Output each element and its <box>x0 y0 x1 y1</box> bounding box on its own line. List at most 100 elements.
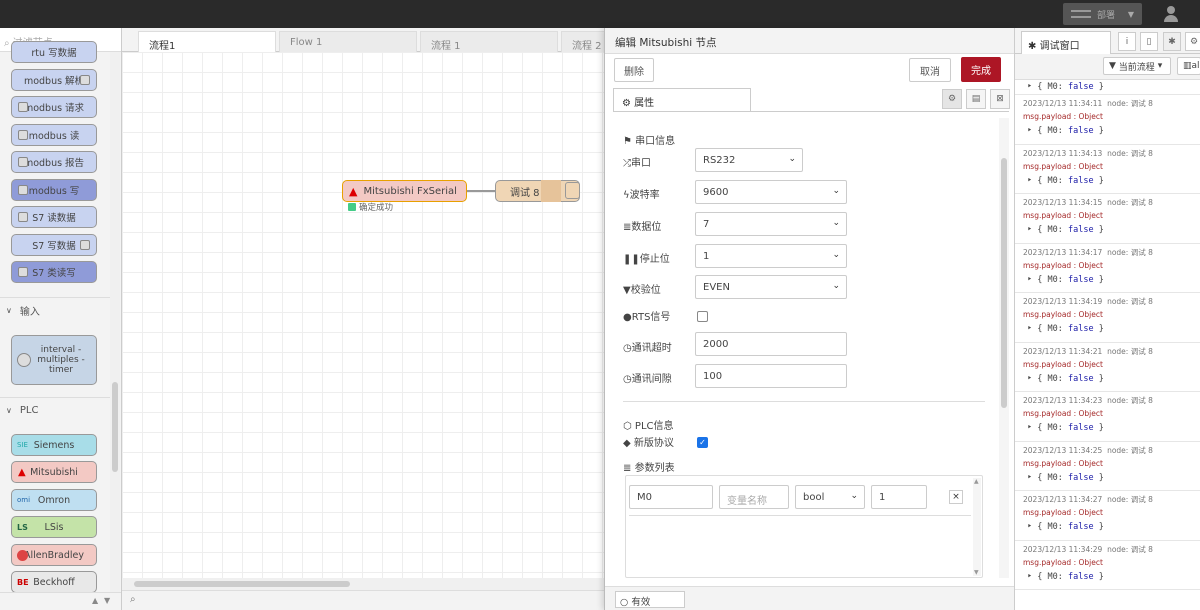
node-port-icon <box>18 102 28 112</box>
palette-node-modbus-parse[interactable]: modbus 解析 <box>11 69 97 91</box>
tab-flow-1[interactable]: 流程1 <box>138 31 276 52</box>
user-icon[interactable] <box>1164 6 1178 22</box>
debug-payload[interactable]: ‣ { M0: false } <box>1027 473 1104 483</box>
debug-payload[interactable]: ‣ { M0: false } <box>1027 423 1104 433</box>
param-scrollbar[interactable]: ▲ ▼ <box>973 478 981 576</box>
param-type-select[interactable]: bool ⌄ <box>795 485 865 509</box>
parity-select[interactable]: EVEN ⌄ <box>695 275 847 299</box>
param-count-input[interactable]: 1 <box>871 485 927 509</box>
flow-node-mitsubishi[interactable]: ▲ Mitsubishi FxSerial <box>342 180 467 202</box>
chevron-up-icon[interactable]: ▲ <box>974 478 979 485</box>
book-icon[interactable]: ▯ <box>1140 32 1158 51</box>
palette-node-interval[interactable]: interval - multiples - timer <box>11 335 97 385</box>
info-icon[interactable]: i <box>1118 32 1136 51</box>
debug-message[interactable]: 2023/12/13 11:34:27 node: 调试 8 msg.payloa… <box>1015 491 1200 541</box>
tab-properties[interactable]: ⚙ 属性 <box>613 88 751 111</box>
collapse-down-icon[interactable]: ▼ <box>104 596 110 605</box>
palette-node-rtu-write[interactable]: rtu 写数据 <box>11 41 97 63</box>
timeout-input[interactable]: 2000 <box>695 332 847 356</box>
clear-debug-button[interactable]: ▥ al <box>1177 57 1200 75</box>
debug-message-meta: 2023/12/13 11:34:27 node: 调试 8 <box>1023 494 1153 505</box>
interval-input[interactable]: 100 <box>695 364 847 388</box>
palette-node-modbus-read[interactable]: modbus 读 <box>11 124 97 146</box>
cancel-button[interactable]: 取消 <box>909 58 951 82</box>
palette-category-input[interactable]: ∨ 输入 <box>0 297 110 323</box>
palette-node-allenbradley[interactable]: AllenBradley <box>11 544 97 566</box>
collapse-up-icon[interactable]: ▲ <box>92 596 98 605</box>
palette-node-modbus-report[interactable]: modbus 报告 <box>11 151 97 173</box>
bug-icon[interactable]: ✱ <box>1163 32 1181 51</box>
tab-debug[interactable]: ✱ 调试窗口 <box>1021 31 1111 54</box>
search-icon[interactable]: ⌕ <box>130 594 136 605</box>
tray-scrollbar[interactable] <box>999 118 1009 578</box>
node-port-icon <box>18 157 28 167</box>
scrollbar-thumb[interactable] <box>134 581 350 587</box>
debug-payload[interactable]: ‣ { M0: false } <box>1027 522 1104 532</box>
debug-message[interactable]: 2023/12/13 11:34:29 node: 调试 8 msg.payloa… <box>1015 541 1200 590</box>
palette-node-beckhoff[interactable]: BE Beckhoff <box>11 571 97 593</box>
palette-node-lsis[interactable]: LS LSis <box>11 516 97 538</box>
new-protocol-checkbox[interactable]: ✓ <box>697 437 708 448</box>
flow-wire[interactable] <box>467 190 495 192</box>
debug-message[interactable]: 2023/12/13 11:34:17 node: 调试 8 msg.payloa… <box>1015 244 1200 293</box>
chevron-down-icon[interactable]: ▼ <box>974 569 979 576</box>
palette-scrollbar[interactable] <box>110 52 120 610</box>
enabled-toggle[interactable]: ○ 有效 <box>615 591 685 608</box>
done-button[interactable]: 完成 <box>961 57 1001 82</box>
palette-node-s7-write[interactable]: S7 写数据 <box>11 234 97 256</box>
gear-icon[interactable]: ⚙ <box>1185 32 1200 51</box>
palette-node-omron[interactable]: omi Omron <box>11 489 97 511</box>
debug-payload[interactable]: ‣ { M0: false } <box>1027 176 1104 186</box>
debug-message[interactable]: 2023/12/13 11:34:15 node: 调试 8 msg.payloa… <box>1015 194 1200 244</box>
scrollbar-thumb[interactable] <box>1001 158 1007 408</box>
databits-select[interactable]: 7 ⌄ <box>695 212 847 236</box>
delete-button[interactable]: 删除 <box>614 58 654 82</box>
debug-payload[interactable]: ‣ { M0: false } <box>1027 275 1104 285</box>
rts-checkbox[interactable] <box>697 311 708 322</box>
param-address-input[interactable]: M0 <box>629 485 713 509</box>
debug-filter-select[interactable]: ▼ 当前流程 ▾ <box>1103 57 1171 75</box>
remove-param-button[interactable]: × <box>949 490 963 504</box>
debug-message[interactable]: 2023/12/13 11:34:13 node: 调试 8 msg.payloa… <box>1015 145 1200 194</box>
stopbits-select[interactable]: 1 ⌄ <box>695 244 847 268</box>
palette-node-s7-rw[interactable]: S7 类读写 <box>11 261 97 283</box>
payload-value: false <box>1067 324 1094 334</box>
palette-category-plc[interactable]: ∨ PLC <box>0 397 110 423</box>
palette-node-mitsubishi[interactable]: ▲ Mitsubishi <box>11 461 97 483</box>
palette-node-modbus-request[interactable]: modbus 请求 <box>11 96 97 118</box>
debug-payload[interactable]: ‣ { M0: false } <box>1027 324 1104 334</box>
palette-node-siemens[interactable]: SIE Siemens <box>11 434 97 456</box>
debug-message[interactable]: 2023/12/13 11:34:25 node: 调试 8 msg.payloa… <box>1015 442 1200 491</box>
clock-icon: ◷ <box>623 343 632 354</box>
section-plc-label: ⬡ PLC信息 <box>623 417 674 432</box>
debug-message[interactable]: 2023/12/13 11:34:23 node: 调试 8 msg.payloa… <box>1015 392 1200 442</box>
tab-flow-1-en[interactable]: Flow 1 <box>279 31 417 52</box>
gear-icon[interactable]: ⚙ <box>942 89 962 109</box>
port-select[interactable]: RS232 ⌄ <box>695 148 803 172</box>
enabled-label: 有效 <box>631 597 651 608</box>
palette-node-modbus-write[interactable]: modbus 写 <box>11 179 97 201</box>
payload-value: false <box>1067 373 1094 384</box>
workspace-scrollbar[interactable] <box>122 578 604 590</box>
tab-flow-1-alt[interactable]: 流程 1 <box>420 31 558 52</box>
debug-payload[interactable]: ‣ { M0: false } <box>1027 572 1104 582</box>
chevron-down-icon: ⌄ <box>832 218 840 228</box>
debug-payload[interactable]: ‣ { M0: false } <box>1027 374 1104 384</box>
scrollbar-thumb[interactable] <box>112 382 118 472</box>
debug-payload[interactable]: ‣ { M0: false } <box>1027 225 1104 235</box>
debug-timestamp: 2023/12/13 11:34:13 <box>1023 148 1103 158</box>
debug-payload[interactable]: ‣ { M0: false } <box>1027 126 1104 136</box>
debug-message[interactable]: 2023/12/13 11:34:11 node: 调试 8 msg.payloa… <box>1015 95 1200 145</box>
description-icon[interactable]: ▤ <box>966 89 986 109</box>
appearance-icon[interactable]: ⊠ <box>990 89 1010 109</box>
param-name-input[interactable]: 变量名称 <box>719 485 789 509</box>
deploy-button[interactable]: 部署 ▼ <box>1063 3 1142 25</box>
debug-payload[interactable]: ‣ { M0: false } <box>1027 82 1104 92</box>
baud-select[interactable]: 9600 ⌄ <box>695 180 847 204</box>
chevron-down-icon[interactable]: ▼ <box>1128 10 1134 19</box>
debug-message[interactable]: 2023/12/13 11:34:21 node: 调试 8 msg.payloa… <box>1015 343 1200 392</box>
debug-message[interactable]: 2023/12/13 11:34:19 node: 调试 8 msg.payloa… <box>1015 293 1200 343</box>
flow-canvas[interactable]: ▲ Mitsubishi FxSerial 确定成功 调试 8 <box>122 52 604 590</box>
palette-node-s7-read[interactable]: S7 读数据 <box>11 206 97 228</box>
debug-toggle-button[interactable] <box>565 182 580 199</box>
